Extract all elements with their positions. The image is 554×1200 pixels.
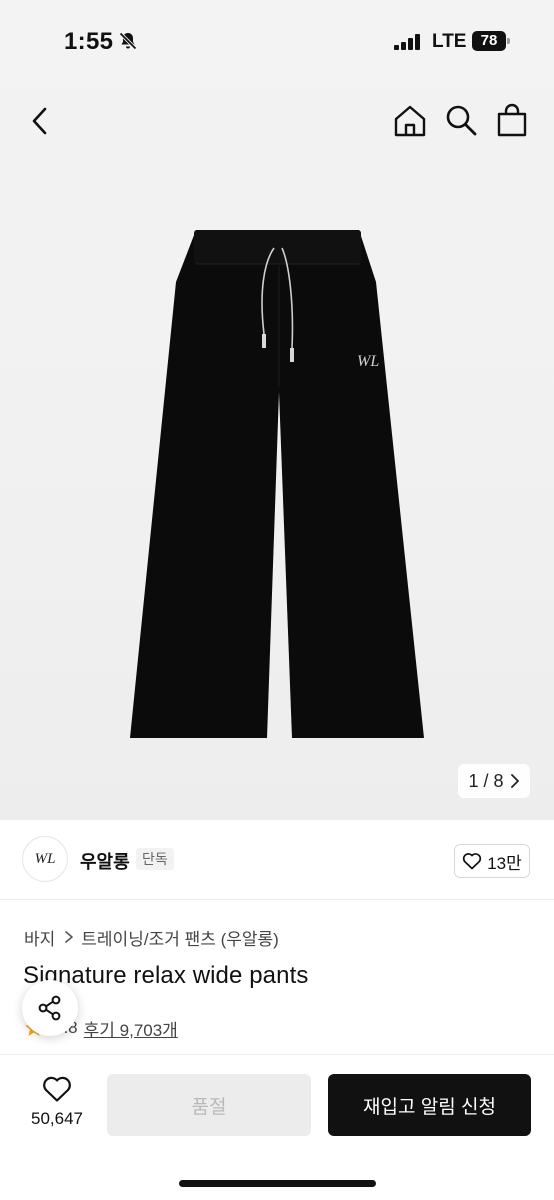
product-hero: 1:55 LTE 78 WL 1 / 8 — [0, 0, 554, 820]
restock-alert-button[interactable]: 재입고 알림 신청 — [328, 1074, 531, 1136]
shopping-bag-icon[interactable] — [496, 102, 528, 138]
battery-icon: 78 — [472, 31, 510, 51]
status-bar: 1:55 LTE 78 — [0, 0, 554, 84]
product-image[interactable]: WL — [124, 222, 434, 747]
share-button[interactable] — [22, 980, 78, 1036]
product-logo-text: WL — [357, 353, 379, 370]
brand-like-button[interactable]: 13만 — [454, 844, 530, 878]
soldout-button[interactable]: 품절 — [107, 1074, 311, 1136]
brand-like-count: 13만 — [487, 853, 522, 873]
search-icon[interactable] — [444, 103, 478, 137]
chevron-right-icon — [510, 774, 519, 788]
bottom-action-bar: 50,647 품절 재입고 알림 신청 — [0, 1054, 554, 1200]
review-count-link[interactable]: 후기 9,703개 — [84, 1016, 178, 1041]
home-indicator — [179, 1180, 376, 1187]
chevron-right-icon — [65, 931, 74, 943]
network-label: LTE — [432, 31, 467, 52]
brand-name[interactable]: 우알롱 — [80, 848, 130, 874]
battery-level: 78 — [480, 32, 498, 49]
home-icon[interactable] — [392, 103, 428, 139]
image-pager[interactable]: 1 / 8 — [458, 764, 530, 798]
signal-icon — [394, 34, 422, 50]
brand-row: WL 우알롱 단독 13만 — [0, 820, 554, 900]
exclusive-badge: 단독 — [136, 848, 174, 870]
wishlist-button[interactable]: 50,647 — [18, 1075, 96, 1139]
status-time: 1:55 — [64, 28, 114, 55]
brand-logo[interactable]: WL — [22, 836, 68, 882]
bell-off-icon — [119, 32, 137, 50]
share-icon — [38, 995, 61, 1021]
wishlist-count: 50,647 — [31, 1109, 83, 1128]
heart-icon — [43, 1076, 71, 1102]
breadcrumb-subcategory[interactable]: 트레이닝/조거 팬츠 (우알롱) — [81, 925, 279, 950]
pager-text: 1 / 8 — [468, 770, 504, 791]
brand-logo-text: WL — [34, 850, 56, 867]
back-icon[interactable] — [26, 104, 56, 138]
heart-icon — [463, 853, 482, 870]
breadcrumb-category[interactable]: 바지 — [24, 925, 55, 950]
breadcrumb: 바지 트레이닝/조거 팬츠 (우알롱) — [24, 925, 279, 949]
